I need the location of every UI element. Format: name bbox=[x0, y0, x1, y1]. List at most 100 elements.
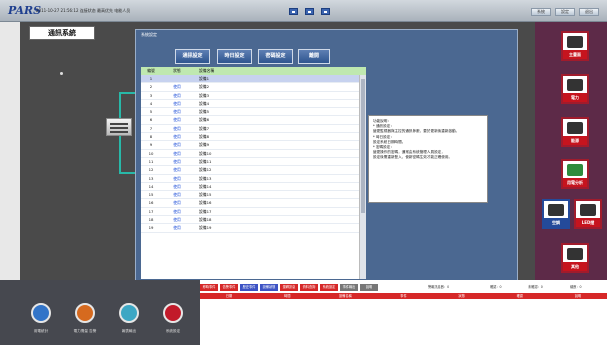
row-status: 使用 bbox=[173, 167, 181, 173]
plug-icon bbox=[567, 79, 583, 91]
table-row[interactable]: 12 使用 設備12 bbox=[141, 166, 359, 175]
row-number: 15 bbox=[148, 192, 154, 198]
row-status: 使用 bbox=[173, 192, 181, 198]
led-button[interactable]: LED燈 bbox=[574, 199, 602, 229]
event-tab[interactable]: 資料查詢 bbox=[300, 284, 318, 291]
report-icon[interactable] bbox=[119, 303, 139, 323]
status-dot bbox=[60, 72, 63, 75]
nav-home-button[interactable] bbox=[305, 8, 314, 15]
row-device-name: 設備1 bbox=[199, 76, 210, 81]
nav-next-button[interactable] bbox=[321, 8, 330, 15]
system-button[interactable]: 系統 bbox=[531, 8, 551, 16]
settings-label: 系統設定 bbox=[165, 329, 181, 333]
exit-button[interactable]: 退出 bbox=[579, 8, 599, 16]
event-tab[interactable]: 歷史事件 bbox=[240, 284, 258, 291]
event-tab[interactable]: 設備狀態 bbox=[260, 284, 278, 291]
table-row[interactable]: 3 使用 設備3 bbox=[141, 92, 359, 100]
table-row[interactable]: 1 設備1 bbox=[141, 75, 359, 84]
right-menu: 主畫面 電力 能源 用電分析 空調 LED燈 其他 bbox=[535, 22, 607, 280]
leave-button[interactable]: 離開 bbox=[298, 49, 330, 64]
event-column-header: 事件 bbox=[400, 294, 407, 298]
row-number: 6 bbox=[149, 117, 153, 123]
event-tab[interactable]: 事件輸出 bbox=[340, 284, 358, 291]
power-button[interactable]: 電力 bbox=[561, 74, 589, 104]
event-panel: 即時事件 告警事件 歷史事件 設備狀態 運轉訊息 資料查詢 系統設定 事件輸出 說明 警報訊息數… bbox=[200, 280, 607, 345]
table-row[interactable]: 4 使用 設備4 bbox=[141, 100, 359, 109]
unack-status: 未確認：0 bbox=[528, 285, 543, 289]
row-status: 使用 bbox=[173, 208, 181, 214]
table-scrollbar[interactable] bbox=[359, 75, 366, 279]
table-row[interactable]: 15 使用 設備15 bbox=[141, 191, 359, 200]
table-row[interactable]: 18 使用 設備18 bbox=[141, 216, 359, 225]
row-status: 使用 bbox=[173, 217, 181, 223]
password-settings-button[interactable]: 密碼設定 bbox=[258, 49, 293, 64]
energy-button[interactable]: 能源 bbox=[561, 117, 589, 147]
table-row[interactable]: 19 使用 設備19 bbox=[141, 224, 359, 233]
table-row[interactable]: 8 使用 設備8 bbox=[141, 133, 359, 142]
table-row[interactable]: 5 使用 設備5 bbox=[141, 108, 359, 117]
row-status: 使用 bbox=[173, 100, 181, 106]
row-status: 使用 bbox=[173, 134, 181, 140]
main-screen-label: 主畫面 bbox=[563, 50, 587, 59]
row-device-name: 設備15 bbox=[199, 192, 212, 198]
alarm-icon[interactable] bbox=[75, 303, 95, 323]
row-number: 19 bbox=[148, 225, 154, 231]
event-tab[interactable]: 說明 bbox=[360, 284, 378, 291]
controller-device[interactable] bbox=[106, 118, 132, 136]
event-column-header: 時間 bbox=[284, 294, 291, 298]
row-number: 3 bbox=[149, 92, 153, 98]
aircon-button[interactable]: 空調 bbox=[542, 199, 570, 229]
analytics-label: 用電統計 bbox=[33, 329, 49, 333]
table-row[interactable]: 11 使用 設備11 bbox=[141, 158, 359, 167]
row-number: 12 bbox=[148, 167, 154, 173]
system-info-text: 2011-10-27 21:56:12 连接状态 最高优先 电能人员 bbox=[36, 8, 131, 13]
table-row[interactable]: 17 使用 設備17 bbox=[141, 208, 359, 217]
analysis-button[interactable]: 用電分析 bbox=[561, 159, 589, 189]
power-label: 電力 bbox=[563, 93, 587, 102]
table-row[interactable]: 16 使用 設備16 bbox=[141, 199, 359, 208]
table-row[interactable]: 9 使用 設備9 bbox=[141, 141, 359, 150]
row-device-name: 設備5 bbox=[199, 109, 210, 115]
row-device-name: 設備7 bbox=[199, 125, 210, 131]
row-number: 1 bbox=[149, 76, 153, 81]
row-number: 7 bbox=[149, 125, 153, 131]
row-device-name: 設備10 bbox=[199, 150, 212, 156]
energy-label: 能源 bbox=[563, 136, 587, 145]
main-panel: 通訊系統 系統設定 通訊設定 時日設定 密碼設定 離開 編號 狀態 設備名稱 1… bbox=[20, 22, 535, 285]
row-number: 2 bbox=[149, 84, 153, 90]
event-tab[interactable]: 即時事件 bbox=[200, 284, 218, 291]
other-button[interactable]: 其他 bbox=[561, 243, 589, 273]
main-screen-button[interactable]: 主畫面 bbox=[561, 31, 589, 61]
total-status: 總數：0 bbox=[570, 285, 582, 289]
date-settings-button[interactable]: 時日設定 bbox=[217, 49, 252, 64]
analytics-icon[interactable] bbox=[31, 303, 51, 323]
row-device-name: 設備9 bbox=[199, 142, 210, 148]
row-number: 14 bbox=[148, 183, 154, 189]
row-device-name: 設備12 bbox=[199, 167, 212, 173]
row-device-name: 設備19 bbox=[199, 225, 212, 231]
table-row[interactable]: 2 使用 設備2 bbox=[141, 83, 359, 92]
nav-prev-button[interactable] bbox=[289, 8, 298, 15]
table-row[interactable]: 6 使用 設備6 bbox=[141, 116, 359, 125]
row-status: 使用 bbox=[173, 225, 181, 231]
event-tab[interactable]: 告警事件 bbox=[220, 284, 238, 291]
row-status: 使用 bbox=[173, 183, 181, 189]
row-status: 使用 bbox=[173, 109, 181, 115]
event-tab[interactable]: 系統設定 bbox=[320, 284, 338, 291]
led-label: LED燈 bbox=[576, 218, 600, 227]
row-number: 17 bbox=[148, 208, 154, 214]
table-row[interactable]: 10 使用 設備10 bbox=[141, 150, 359, 158]
row-device-name: 設備2 bbox=[199, 84, 210, 90]
row-device-name: 設備13 bbox=[199, 175, 212, 181]
settings-icon[interactable] bbox=[163, 303, 183, 323]
comm-settings-button[interactable]: 通訊設定 bbox=[175, 49, 210, 64]
note-line: 設定後需重新登入，使新密碼生效才能正確使用。 bbox=[373, 155, 453, 160]
row-number: 4 bbox=[149, 100, 153, 106]
row-number: 16 bbox=[148, 200, 154, 206]
settings-button[interactable]: 設定 bbox=[555, 8, 575, 16]
table-row[interactable]: 7 使用 設備7 bbox=[141, 125, 359, 134]
table-row[interactable]: 13 使用 設備13 bbox=[141, 175, 359, 183]
table-row[interactable]: 14 使用 設備14 bbox=[141, 183, 359, 192]
row-device-name: 設備3 bbox=[199, 92, 210, 98]
event-tab[interactable]: 運轉訊息 bbox=[280, 284, 298, 291]
